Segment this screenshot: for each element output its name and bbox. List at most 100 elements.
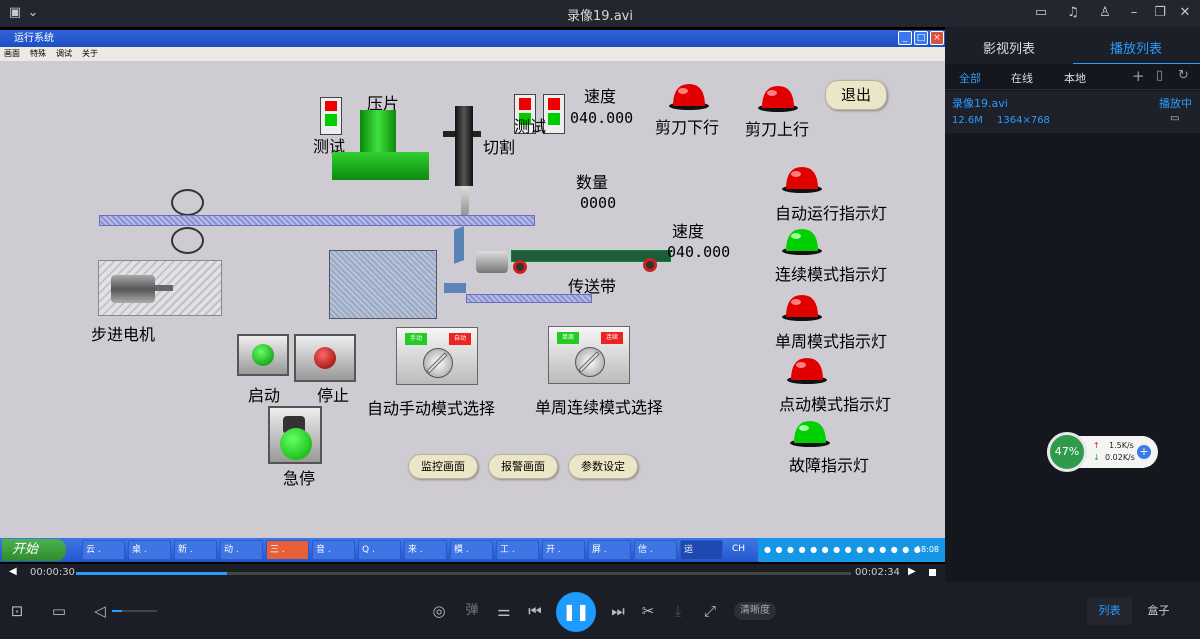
- volume-icon[interactable]: ◁: [90, 601, 110, 621]
- net-speed-widget[interactable]: 47% ↑ 1.5K/s ↓ 0.02K/s +: [1047, 432, 1158, 472]
- start-button[interactable]: [237, 334, 289, 376]
- hmi-close-button[interactable]: ×: [930, 31, 944, 45]
- open-folder-icon[interactable]: ▭: [49, 601, 69, 621]
- quality-button[interactable]: 清晰度: [734, 602, 776, 620]
- continuous-lamp: [782, 229, 822, 255]
- ime-indicator[interactable]: CH: [732, 544, 745, 554]
- xp-taskbar: 开始 云 . 桌 . 新 . 动 . 三 . 音 . Q . 来 . 模 . 工…: [0, 538, 945, 562]
- test-switch[interactable]: [320, 97, 342, 135]
- test-switch-2b[interactable]: [543, 94, 565, 134]
- task-item[interactable]: 音 .: [312, 540, 355, 560]
- playlist-panel: 影视列表 播放列表 全部 在线 本地 + ▯ ↻ 录像19.avi 播放中 12…: [945, 27, 1200, 582]
- single-cont-label: 单周连续模式选择: [535, 398, 664, 417]
- task-item[interactable]: 工 .: [496, 540, 539, 560]
- forward-icon[interactable]: ▶: [908, 566, 916, 577]
- single-cont-knob[interactable]: 单周 连续: [548, 326, 630, 384]
- refresh-icon[interactable]: ↻: [1178, 68, 1189, 83]
- task-item[interactable]: 三 .: [266, 540, 309, 560]
- toolbox-icon[interactable]: ⊡: [7, 601, 27, 621]
- message-icon[interactable]: ▭: [1032, 4, 1050, 22]
- plus-icon[interactable]: +: [1137, 445, 1151, 459]
- next-icon[interactable]: ⏭: [608, 601, 628, 621]
- subtab-all[interactable]: 全部: [959, 70, 981, 86]
- minimize-icon[interactable]: –: [1125, 4, 1143, 22]
- estop-label: 急停: [283, 469, 316, 488]
- box-toggle[interactable]: 盒子: [1136, 597, 1181, 625]
- task-item[interactable]: 来 .: [404, 540, 447, 560]
- seek-bar: ◀ 00:00:30 00:02:34 ▶: [0, 564, 945, 582]
- shear-up-lamp: [758, 86, 798, 112]
- auto-manual-knob[interactable]: 手动 自动: [396, 327, 478, 385]
- previous-icon[interactable]: ⏮: [525, 601, 545, 621]
- memory-percent: 47%: [1047, 432, 1087, 472]
- alarm-screen-button[interactable]: 报警画面: [488, 454, 558, 479]
- scissors-icon[interactable]: ✂: [638, 601, 658, 621]
- fullscreen-icon[interactable]: ⤢: [700, 601, 720, 621]
- pause-button[interactable]: ❚❚: [556, 592, 596, 632]
- playlist-item[interactable]: 录像19.avi 播放中 12.6M 1364×768 ▭: [945, 91, 1200, 133]
- task-item[interactable]: 模 .: [450, 540, 493, 560]
- restore-icon[interactable]: ❐: [1151, 4, 1169, 22]
- hmi-window-title: 运行系统: [0, 30, 945, 47]
- tab-playlist[interactable]: 播放列表: [1110, 38, 1162, 57]
- hmi-minimize-button[interactable]: _: [898, 31, 912, 45]
- file-icon[interactable]: ▯: [1156, 68, 1163, 83]
- menu-item-special[interactable]: 特殊: [30, 49, 46, 58]
- equalizer-icon[interactable]: ⚌: [494, 601, 514, 621]
- task-item[interactable]: 动 .: [220, 540, 263, 560]
- task-item[interactable]: 信 .: [634, 540, 677, 560]
- volume-slider[interactable]: [112, 610, 157, 612]
- menu-item-about[interactable]: 关于: [82, 49, 98, 58]
- auto-run-lamp: [782, 167, 822, 193]
- exit-button[interactable]: 退出: [825, 80, 887, 110]
- start-button-xp[interactable]: 开始: [2, 539, 66, 561]
- roller-top: [171, 189, 204, 216]
- monitor-screen-button[interactable]: 监控画面: [408, 454, 478, 479]
- item-name: 录像19.avi: [952, 97, 1008, 110]
- folder-icon[interactable]: ▭: [1170, 113, 1179, 124]
- cutter-body: [455, 106, 473, 186]
- upload-speed: 1.5K/s: [1109, 441, 1134, 450]
- danmu-button[interactable]: 弹: [462, 601, 482, 621]
- conveyor-motor: [476, 251, 508, 273]
- task-item[interactable]: Q .: [358, 540, 401, 560]
- shear-down-lamp: [669, 84, 709, 110]
- rewind-icon[interactable]: ◀: [9, 566, 17, 577]
- task-item[interactable]: 云 .: [82, 540, 125, 560]
- task-item[interactable]: 开 .: [542, 540, 585, 560]
- stop-label: 停止: [317, 386, 350, 405]
- roller-bottom: [171, 227, 204, 254]
- menu-item-screen[interactable]: 画面: [4, 49, 20, 58]
- stop-button[interactable]: [294, 334, 356, 382]
- task-item[interactable]: 桌 .: [128, 540, 171, 560]
- indicator-label-auto-run: 自动运行指示灯: [775, 204, 888, 223]
- hmi-canvas: 测试 压片 切割 测试 速度 040.000 剪刀下行 剪刀上行 退出 数量 0…: [0, 61, 945, 538]
- chute: [454, 226, 464, 264]
- shirt-icon[interactable]: ♙: [1096, 4, 1114, 22]
- estop-button[interactable]: [268, 406, 322, 464]
- list-toggle[interactable]: 列表: [1087, 597, 1132, 625]
- hmi-window: 运行系统 _ □ × 画面 特殊 调试 关于 测试 压片 切割 测试 速度 040.0…: [0, 30, 945, 562]
- download-icon[interactable]: ⤓: [668, 601, 688, 621]
- task-item[interactable]: 运: [680, 540, 723, 560]
- shear-up-label: 剪刀上行: [745, 120, 810, 139]
- elapsed-time: 00:00:30: [30, 567, 75, 578]
- subtab-local[interactable]: 本地: [1064, 70, 1086, 86]
- task-item[interactable]: 新 .: [174, 540, 217, 560]
- bell-icon[interactable]: ♫: [1064, 4, 1082, 22]
- close-icon[interactable]: ✕: [1176, 4, 1194, 22]
- motor-label: 步进电机: [91, 325, 156, 344]
- stepper-motor: [98, 260, 222, 316]
- sub-tabs: 全部 在线 本地 + ▯ ↻: [945, 64, 1200, 90]
- add-icon[interactable]: +: [1132, 67, 1145, 85]
- side-tabs: 影视列表 播放列表: [945, 27, 1200, 64]
- seek-track[interactable]: [76, 572, 851, 575]
- stop-icon[interactable]: [929, 569, 936, 576]
- hmi-maximize-button[interactable]: □: [914, 31, 928, 45]
- params-screen-button[interactable]: 参数设定: [568, 454, 638, 479]
- tab-media-list[interactable]: 影视列表: [983, 38, 1035, 57]
- eye-icon[interactable]: ◎: [429, 601, 449, 621]
- task-item[interactable]: 屏 .: [588, 540, 631, 560]
- subtab-online[interactable]: 在线: [1011, 70, 1033, 86]
- menu-item-debug[interactable]: 调试: [56, 49, 72, 58]
